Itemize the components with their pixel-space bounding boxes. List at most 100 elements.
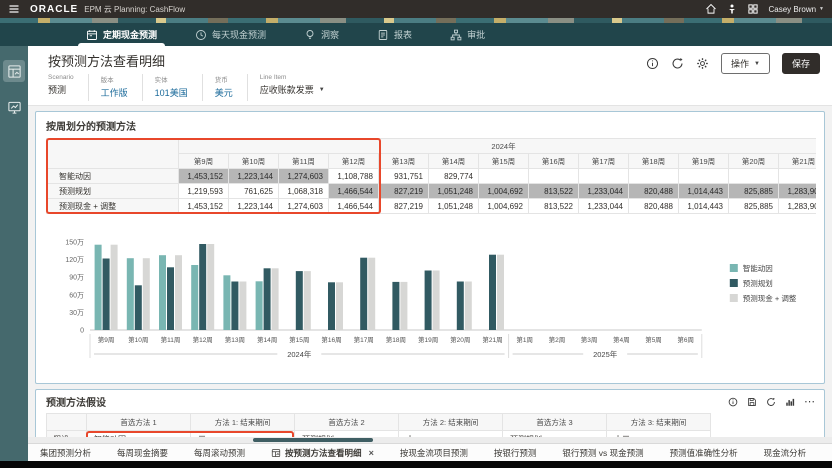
chart-bar: [296, 271, 303, 330]
grid-cell[interactable]: [629, 169, 679, 184]
grid-cell[interactable]: 1,283,904: [779, 184, 817, 199]
grid-cell[interactable]: 1,014,443: [679, 184, 729, 199]
bottom-tab-5[interactable]: 按银行预测: [494, 447, 537, 459]
grid-cell[interactable]: [479, 169, 529, 184]
grid-cell[interactable]: 1,004,692: [479, 199, 529, 214]
grid-cell[interactable]: 825,885: [729, 199, 779, 214]
sidebar-item-forms[interactable]: [3, 60, 25, 82]
info-icon[interactable]: [728, 397, 738, 407]
grid-cell[interactable]: 761,625: [229, 184, 279, 199]
svg-text:第1周: 第1周: [516, 335, 533, 344]
more-options-icon[interactable]: ⋯: [804, 398, 816, 406]
bottom-tab-6[interactable]: 银行预测 vs 现金预测: [562, 447, 643, 459]
close-tab-icon[interactable]: ×: [369, 448, 374, 458]
user-menu[interactable]: Casey Brown ▼: [768, 5, 824, 14]
sidebar-item-analytics[interactable]: [3, 96, 25, 118]
oracle-logo: ORACLE: [30, 4, 78, 15]
grid-cell[interactable]: 825,885: [729, 184, 779, 199]
refresh-icon[interactable]: [766, 397, 776, 407]
chart-bar: [95, 245, 102, 330]
grid-cell[interactable]: 931,751: [379, 169, 429, 184]
svg-text:90万: 90万: [69, 274, 84, 282]
bottom-tab-1[interactable]: 每周现金摘要: [117, 447, 168, 459]
settings-gear-icon[interactable]: [696, 57, 709, 70]
bottom-tab-2[interactable]: 每周滚动预测: [194, 447, 245, 459]
grid-cell[interactable]: 1,466,544: [329, 184, 379, 199]
grid-cell[interactable]: [679, 169, 729, 184]
nav-tab-periodic-cash-forecast[interactable]: 定期现金预测: [84, 23, 159, 46]
home-icon[interactable]: [705, 3, 717, 15]
calendar-icon: [86, 29, 98, 41]
pov-item-0[interactable]: Scenario 预测: [48, 74, 89, 101]
grid-cell[interactable]: [579, 169, 629, 184]
accessibility-person-icon[interactable]: [726, 3, 738, 15]
nav-tab-approvals[interactable]: 审批: [448, 23, 487, 46]
grid-cell[interactable]: 1,068,318: [279, 184, 329, 199]
bottom-tab-0[interactable]: 集团预测分析: [40, 447, 91, 459]
grid-cell[interactable]: 820,488: [629, 184, 679, 199]
grid-cell[interactable]: 1,051,248: [429, 184, 479, 199]
grid-cell[interactable]: 1,233,044: [579, 199, 629, 214]
scrollbar-thumb[interactable]: [253, 438, 373, 442]
grid-cell[interactable]: 829,774: [429, 169, 479, 184]
grid-cell[interactable]: 1,223,144: [229, 169, 279, 184]
save-button[interactable]: 保存: [782, 53, 820, 74]
grid-cell[interactable]: 827,219: [379, 199, 429, 214]
grid-cell[interactable]: 827,219: [379, 184, 429, 199]
report-document-icon: [377, 29, 389, 41]
grid-cell[interactable]: 1,051,248: [429, 199, 479, 214]
nav-tab-reports[interactable]: 报表: [375, 23, 414, 46]
svg-text:第16周: 第16周: [321, 335, 341, 344]
chart-bar: [191, 265, 198, 330]
svg-text:第10周: 第10周: [128, 335, 148, 344]
grid-cell[interactable]: 813,522: [529, 199, 579, 214]
info-icon[interactable]: [646, 57, 659, 70]
grid-cell[interactable]: [779, 169, 817, 184]
grid-cell[interactable]: [729, 169, 779, 184]
actions-button[interactable]: 操作 ▼: [721, 53, 770, 74]
svg-text:第9周: 第9周: [98, 335, 115, 344]
hamburger-menu-icon[interactable]: [8, 3, 20, 15]
bottom-tab-3[interactable]: 按预测方法查看明细×: [271, 447, 374, 459]
bottom-tab-7[interactable]: 预测值准确性分析: [670, 447, 738, 459]
bottom-tab-label: 每周滚动预测: [194, 447, 245, 459]
bottom-tab-4[interactable]: 按现金流项目预测: [400, 447, 468, 459]
chart-bar: [159, 255, 166, 330]
grid-cell[interactable]: 1,233,044: [579, 184, 629, 199]
grid-cell[interactable]: 1,466,544: [329, 199, 379, 214]
bottom-black-strip: [0, 461, 832, 468]
pov-label: Scenario: [48, 74, 74, 81]
chart-bar: [175, 255, 182, 330]
save-icon[interactable]: [747, 397, 757, 407]
grid-cell[interactable]: [529, 169, 579, 184]
chart-bar: [304, 271, 311, 330]
svg-text:第11周: 第11周: [161, 335, 181, 344]
grid-cell[interactable]: 820,488: [629, 199, 679, 214]
save-button-label: 保存: [792, 57, 810, 70]
pov-item-4[interactable]: Line Item 应收账款发票▼: [260, 74, 339, 101]
grid-cell[interactable]: 1,108,788: [329, 169, 379, 184]
pov-item-2[interactable]: 实体 101美国: [155, 74, 203, 101]
grid-cell[interactable]: 1,014,443: [679, 199, 729, 214]
grid-week-header: 第9周: [179, 154, 229, 169]
pov-item-1[interactable]: 版本 工作版: [101, 74, 143, 101]
grid-cell[interactable]: 1,453,152: [179, 199, 229, 214]
refresh-icon[interactable]: [671, 57, 684, 70]
grid-cell[interactable]: 813,522: [529, 184, 579, 199]
pov-item-3[interactable]: 货币 美元: [215, 74, 248, 101]
chart-icon[interactable]: [785, 397, 795, 407]
grid-cell[interactable]: 1,453,152: [179, 169, 229, 184]
chart-bar: [143, 258, 150, 330]
apps-grid-icon[interactable]: [747, 3, 759, 15]
grid-cell[interactable]: 1,223,144: [229, 199, 279, 214]
nav-tab-insights[interactable]: 洞察: [302, 23, 341, 46]
bottom-tab-8[interactable]: 现金流分析: [764, 447, 807, 459]
grid-cell[interactable]: 1,274,603: [279, 199, 329, 214]
grid-cell[interactable]: 1,283,904: [779, 199, 817, 214]
svg-text:第15周: 第15周: [289, 335, 309, 344]
svg-text:第6周: 第6周: [677, 335, 694, 344]
grid-cell[interactable]: 1,004,692: [479, 184, 529, 199]
nav-tab-daily-cash-forecast[interactable]: 每天现金预测: [193, 23, 268, 46]
grid-cell[interactable]: 1,274,603: [279, 169, 329, 184]
grid-cell[interactable]: 1,219,593: [179, 184, 229, 199]
